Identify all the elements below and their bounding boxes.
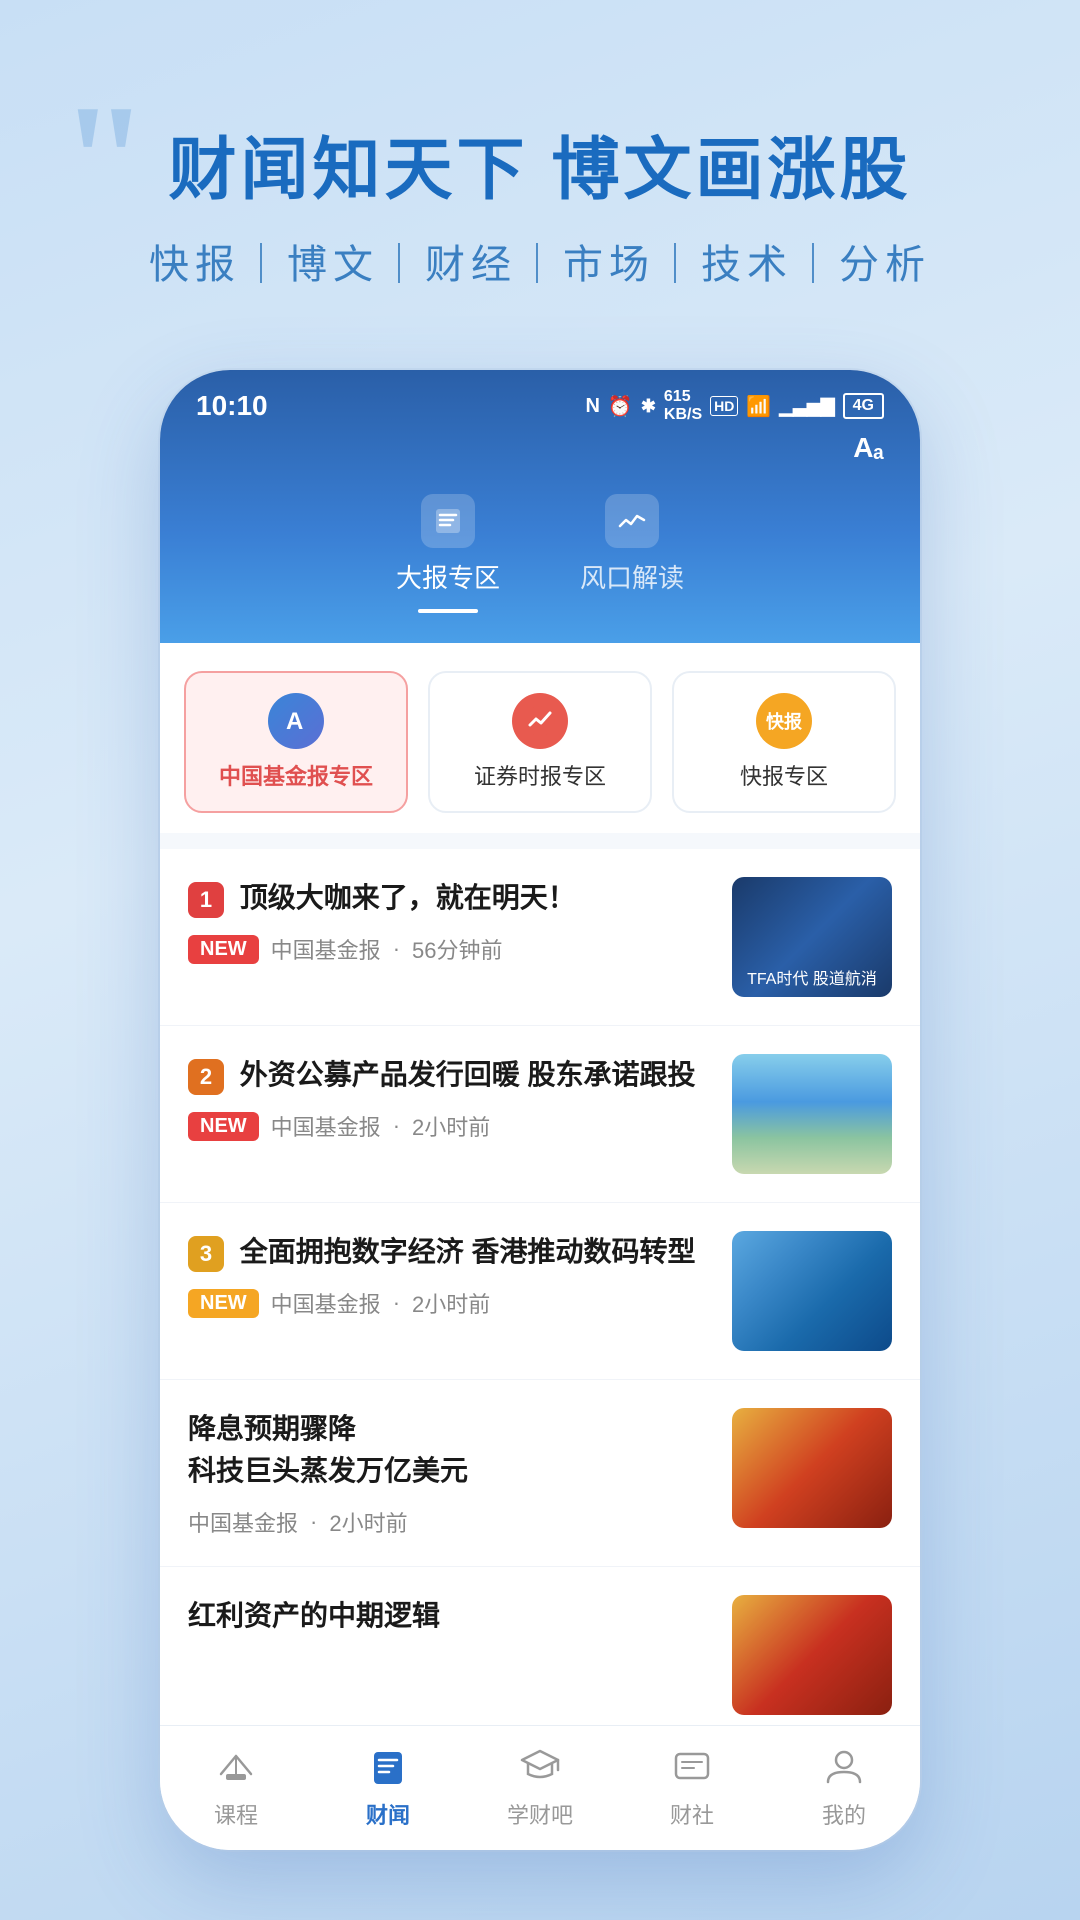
status-icons: N ⏰ ✱ 615KB/S HD 📶 ▁▃▅▇ 4G — [585, 388, 884, 424]
news-title-3: 3 全面拥抱数字经济 香港推动数码转型 — [188, 1231, 712, 1273]
news-thumb-4 — [732, 1408, 892, 1528]
wode-icon — [820, 1742, 868, 1790]
news-title-5: 红利资产的中期逻辑 — [188, 1595, 712, 1637]
new-badge-2: NEW — [188, 1112, 259, 1141]
news-time-2: 2小时前 — [412, 1110, 490, 1142]
zhongguojijinbao-label: 中国基金报专区 — [219, 759, 373, 791]
signal-icon: ▁▃▅▇ — [779, 396, 834, 417]
news-title-1: 1 顶级大咖来了，就在明天！ — [188, 877, 712, 919]
news-source-1: 中国基金报 — [271, 933, 381, 965]
tab-dabaozhuanqu-label: 大报专区 — [396, 558, 500, 595]
nav-caishe[interactable]: 财社 — [616, 1742, 768, 1830]
bluetooth-icon: ✱ — [641, 396, 656, 417]
nav-kecheng-label: 课程 — [214, 1798, 258, 1830]
battery-icon: 4G — [843, 393, 884, 419]
category-kuaibao[interactable]: 快报 快报专区 — [672, 671, 896, 813]
hd-icon: HD — [710, 396, 738, 416]
news-time-3: 2小时前 — [412, 1287, 490, 1319]
alarm-icon: ⏰ — [608, 394, 633, 419]
data-speed-icon: 615KB/S — [664, 388, 702, 424]
new-badge-1: NEW — [188, 935, 259, 964]
kecheng-icon — [212, 1742, 260, 1790]
news-item-2[interactable]: 2 外资公募产品发行回暖 股东承诺跟投 NEW 中国基金报 · 2小时前 — [160, 1026, 920, 1203]
tab-fengkoujiedu[interactable]: 风口解读 — [580, 494, 684, 613]
nav-xuecaiba[interactable]: 学财吧 — [464, 1742, 616, 1830]
news-title-2: 2 外资公募产品发行回暖 股东承诺跟投 — [188, 1054, 712, 1096]
news-item-3[interactable]: 3 全面拥抱数字经济 香港推动数码转型 NEW 中国基金报 · 2小时前 — [160, 1203, 920, 1380]
phone-content: A 中国基金报专区 证券时报专区 — [160, 643, 920, 1725]
kuaibao-icon: 快报 — [756, 693, 812, 749]
news-text-5: 红利资产的中期逻辑 — [188, 1595, 712, 1651]
news-thumb-1 — [732, 877, 892, 997]
news-meta-4: 中国基金报 · 2小时前 — [188, 1506, 712, 1538]
news-source-3: 中国基金报 — [271, 1287, 381, 1319]
news-dot-4: · — [310, 1509, 317, 1535]
news-list: 1 顶级大咖来了，就在明天！ NEW 中国基金报 · 56分钟前 — [160, 849, 920, 1725]
news-text-1: 1 顶级大咖来了，就在明天！ NEW 中国基金报 · 56分钟前 — [188, 877, 712, 965]
status-time: 10:10 — [196, 390, 268, 422]
news-meta-3: NEW 中国基金报 · 2小时前 — [188, 1287, 712, 1319]
rank-badge-3: 3 — [188, 1236, 224, 1272]
nav-kecheng[interactable]: 课程 — [160, 1742, 312, 1830]
font-size-button[interactable]: Aₐ — [160, 432, 920, 474]
notification-icon: N — [585, 395, 599, 418]
category-zhongguojijinbao[interactable]: A 中国基金报专区 — [184, 671, 408, 813]
news-thumb-5 — [732, 1595, 892, 1715]
news-dot-2: · — [393, 1113, 400, 1139]
xuecaiba-icon — [516, 1742, 564, 1790]
nav-caizhi-label: 财闻 — [366, 1798, 410, 1830]
phone-mockup: 10:10 N ⏰ ✱ 615KB/S HD 📶 ▁▃▅▇ — [160, 370, 920, 1850]
news-dot-3: · — [393, 1290, 400, 1316]
phone-header: 10:10 N ⏰ ✱ 615KB/S HD 📶 ▁▃▅▇ — [160, 370, 920, 643]
hero-subtitle: 快报｜博文｜财经｜市场｜技术｜分析 — [60, 232, 1020, 290]
nav-caishe-label: 财社 — [670, 1798, 714, 1830]
header-tabs-container: 大报专区 风口解读 — [160, 474, 920, 643]
dabaozhuanqu-icon — [421, 494, 475, 548]
news-title-4: 降息预期骤降科技巨头蒸发万亿美元 — [188, 1408, 712, 1492]
nav-wode-label: 我的 — [822, 1798, 866, 1830]
caizhi-icon — [364, 1742, 412, 1790]
news-time-1: 56分钟前 — [412, 933, 502, 965]
news-item-4[interactable]: 降息预期骤降科技巨头蒸发万亿美元 中国基金报 · 2小时前 — [160, 1380, 920, 1567]
news-source-2: 中国基金报 — [271, 1110, 381, 1142]
rank-badge-1: 1 — [188, 882, 224, 918]
hero-section: 财闻知天下 博文画涨股 快报｜博文｜财经｜市场｜技术｜分析 — [0, 130, 1080, 290]
category-row: A 中国基金报专区 证券时报专区 — [160, 643, 920, 833]
news-text-4: 降息预期骤降科技巨头蒸发万亿美元 中国基金报 · 2小时前 — [188, 1408, 712, 1538]
svg-text:A: A — [286, 708, 303, 735]
wifi-icon: 📶 — [746, 394, 771, 419]
tab-fengkoujiedu-label: 风口解读 — [580, 558, 684, 595]
bottom-nav: 课程 财闻 — [160, 1725, 920, 1850]
news-meta-1: NEW 中国基金报 · 56分钟前 — [188, 933, 712, 965]
news-thumb-2 — [732, 1054, 892, 1174]
new-badge-3: NEW — [188, 1289, 259, 1318]
news-item-1[interactable]: 1 顶级大咖来了，就在明天！ NEW 中国基金报 · 56分钟前 — [160, 849, 920, 1026]
news-meta-2: NEW 中国基金报 · 2小时前 — [188, 1110, 712, 1142]
fengkoujiedu-icon — [605, 494, 659, 548]
nav-xuecaiba-label: 学财吧 — [507, 1798, 573, 1830]
zhengquanshibao-icon — [512, 693, 568, 749]
category-zhengquanshibao[interactable]: 证券时报专区 — [428, 671, 652, 813]
nav-wode[interactable]: 我的 — [768, 1742, 920, 1830]
news-dot-1: · — [393, 936, 400, 962]
news-thumb-3 — [732, 1231, 892, 1351]
kuaibao-label: 快报专区 — [740, 759, 828, 791]
rank-badge-2: 2 — [188, 1059, 224, 1095]
news-source-4: 中国基金报 — [188, 1506, 298, 1538]
caishe-icon — [668, 1742, 716, 1790]
zhengquanshibao-label: 证券时报专区 — [474, 759, 606, 791]
hero-title: 财闻知天下 博文画涨股 — [60, 130, 1020, 212]
zhongguojijinbao-icon: A — [268, 693, 324, 749]
tab-dabaozhuanqu[interactable]: 大报专区 — [396, 494, 500, 613]
status-bar: 10:10 N ⏰ ✱ 615KB/S HD 📶 ▁▃▅▇ — [160, 370, 920, 432]
news-text-2: 2 外资公募产品发行回暖 股东承诺跟投 NEW 中国基金报 · 2小时前 — [188, 1054, 712, 1142]
nav-caizhi[interactable]: 财闻 — [312, 1742, 464, 1830]
news-time-4: 2小时前 — [329, 1506, 407, 1538]
phone-frame: 10:10 N ⏰ ✱ 615KB/S HD 📶 ▁▃▅▇ — [160, 370, 920, 1850]
news-item-5[interactable]: 红利资产的中期逻辑 — [160, 1567, 920, 1725]
news-text-3: 3 全面拥抱数字经济 香港推动数码转型 NEW 中国基金报 · 2小时前 — [188, 1231, 712, 1319]
